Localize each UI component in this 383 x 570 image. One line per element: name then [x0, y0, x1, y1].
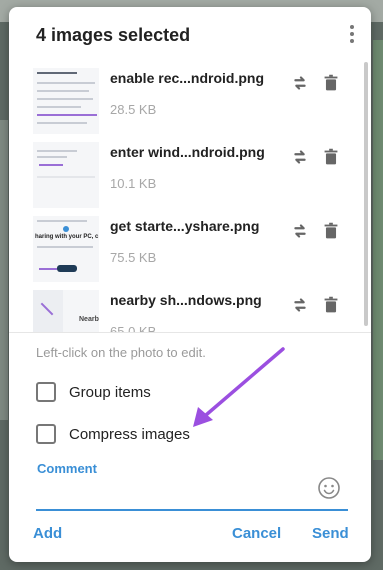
comment-label: Comment: [37, 461, 97, 476]
file-name: nearby sh...ndows.png: [110, 292, 262, 308]
compress-images-option[interactable]: Compress images: [36, 422, 190, 446]
compress-images-label: Compress images: [69, 425, 190, 443]
file-size: 75.5 KB: [110, 250, 157, 265]
trash-icon[interactable]: [320, 220, 342, 242]
add-button[interactable]: Add: [33, 525, 62, 542]
trash-icon[interactable]: [320, 294, 342, 316]
file-size: 10.1 KB: [110, 176, 157, 191]
compress-images-checkbox[interactable]: [36, 424, 56, 444]
file-size: 65.0 KB: [110, 324, 157, 332]
file-list: enable rec...ndroid.png 28.5 KB enter wi…: [9, 62, 371, 332]
trash-icon[interactable]: [320, 72, 342, 94]
image-thumbnail[interactable]: [33, 142, 99, 208]
list-item: enable rec...ndroid.png 28.5 KB: [33, 68, 353, 138]
scrollbar[interactable]: [364, 62, 368, 326]
list-item: Nearb nearby sh...ndows.png 65.0 KB: [33, 290, 353, 332]
edit-hint: Left-click on the photo to edit.: [36, 345, 206, 360]
file-name: enter wind...ndroid.png: [110, 144, 265, 160]
swap-icon[interactable]: [289, 146, 311, 168]
trash-icon[interactable]: [320, 146, 342, 168]
file-size: 28.5 KB: [110, 102, 157, 117]
image-thumbnail[interactable]: [33, 68, 99, 134]
list-item: haring with your PC, c get starte...ysha…: [33, 216, 353, 286]
group-items-checkbox[interactable]: [36, 382, 56, 402]
group-items-label: Group items: [69, 383, 151, 401]
more-vertical-icon[interactable]: [347, 25, 357, 43]
comment-input[interactable]: [36, 477, 348, 511]
emoji-icon[interactable]: [317, 476, 341, 500]
divider: [9, 332, 371, 333]
swap-icon[interactable]: [289, 294, 311, 316]
send-button[interactable]: Send: [312, 525, 349, 542]
dialog-title: 4 images selected: [36, 25, 191, 45]
list-item: enter wind...ndroid.png 10.1 KB: [33, 142, 353, 212]
thumbnail-text: Nearb: [79, 316, 99, 323]
image-thumbnail[interactable]: haring with your PC, c: [33, 216, 99, 282]
group-items-option[interactable]: Group items: [36, 380, 151, 404]
cancel-button[interactable]: Cancel: [232, 525, 281, 542]
file-name: get starte...yshare.png: [110, 218, 260, 234]
send-images-dialog: 4 images selected enable rec...ndroid.pn…: [9, 7, 371, 562]
image-thumbnail[interactable]: Nearb: [33, 290, 99, 332]
swap-icon[interactable]: [289, 72, 311, 94]
thumbnail-text: haring with your PC, c: [35, 234, 99, 240]
file-name: enable rec...ndroid.png: [110, 70, 265, 86]
swap-icon[interactable]: [289, 220, 311, 242]
